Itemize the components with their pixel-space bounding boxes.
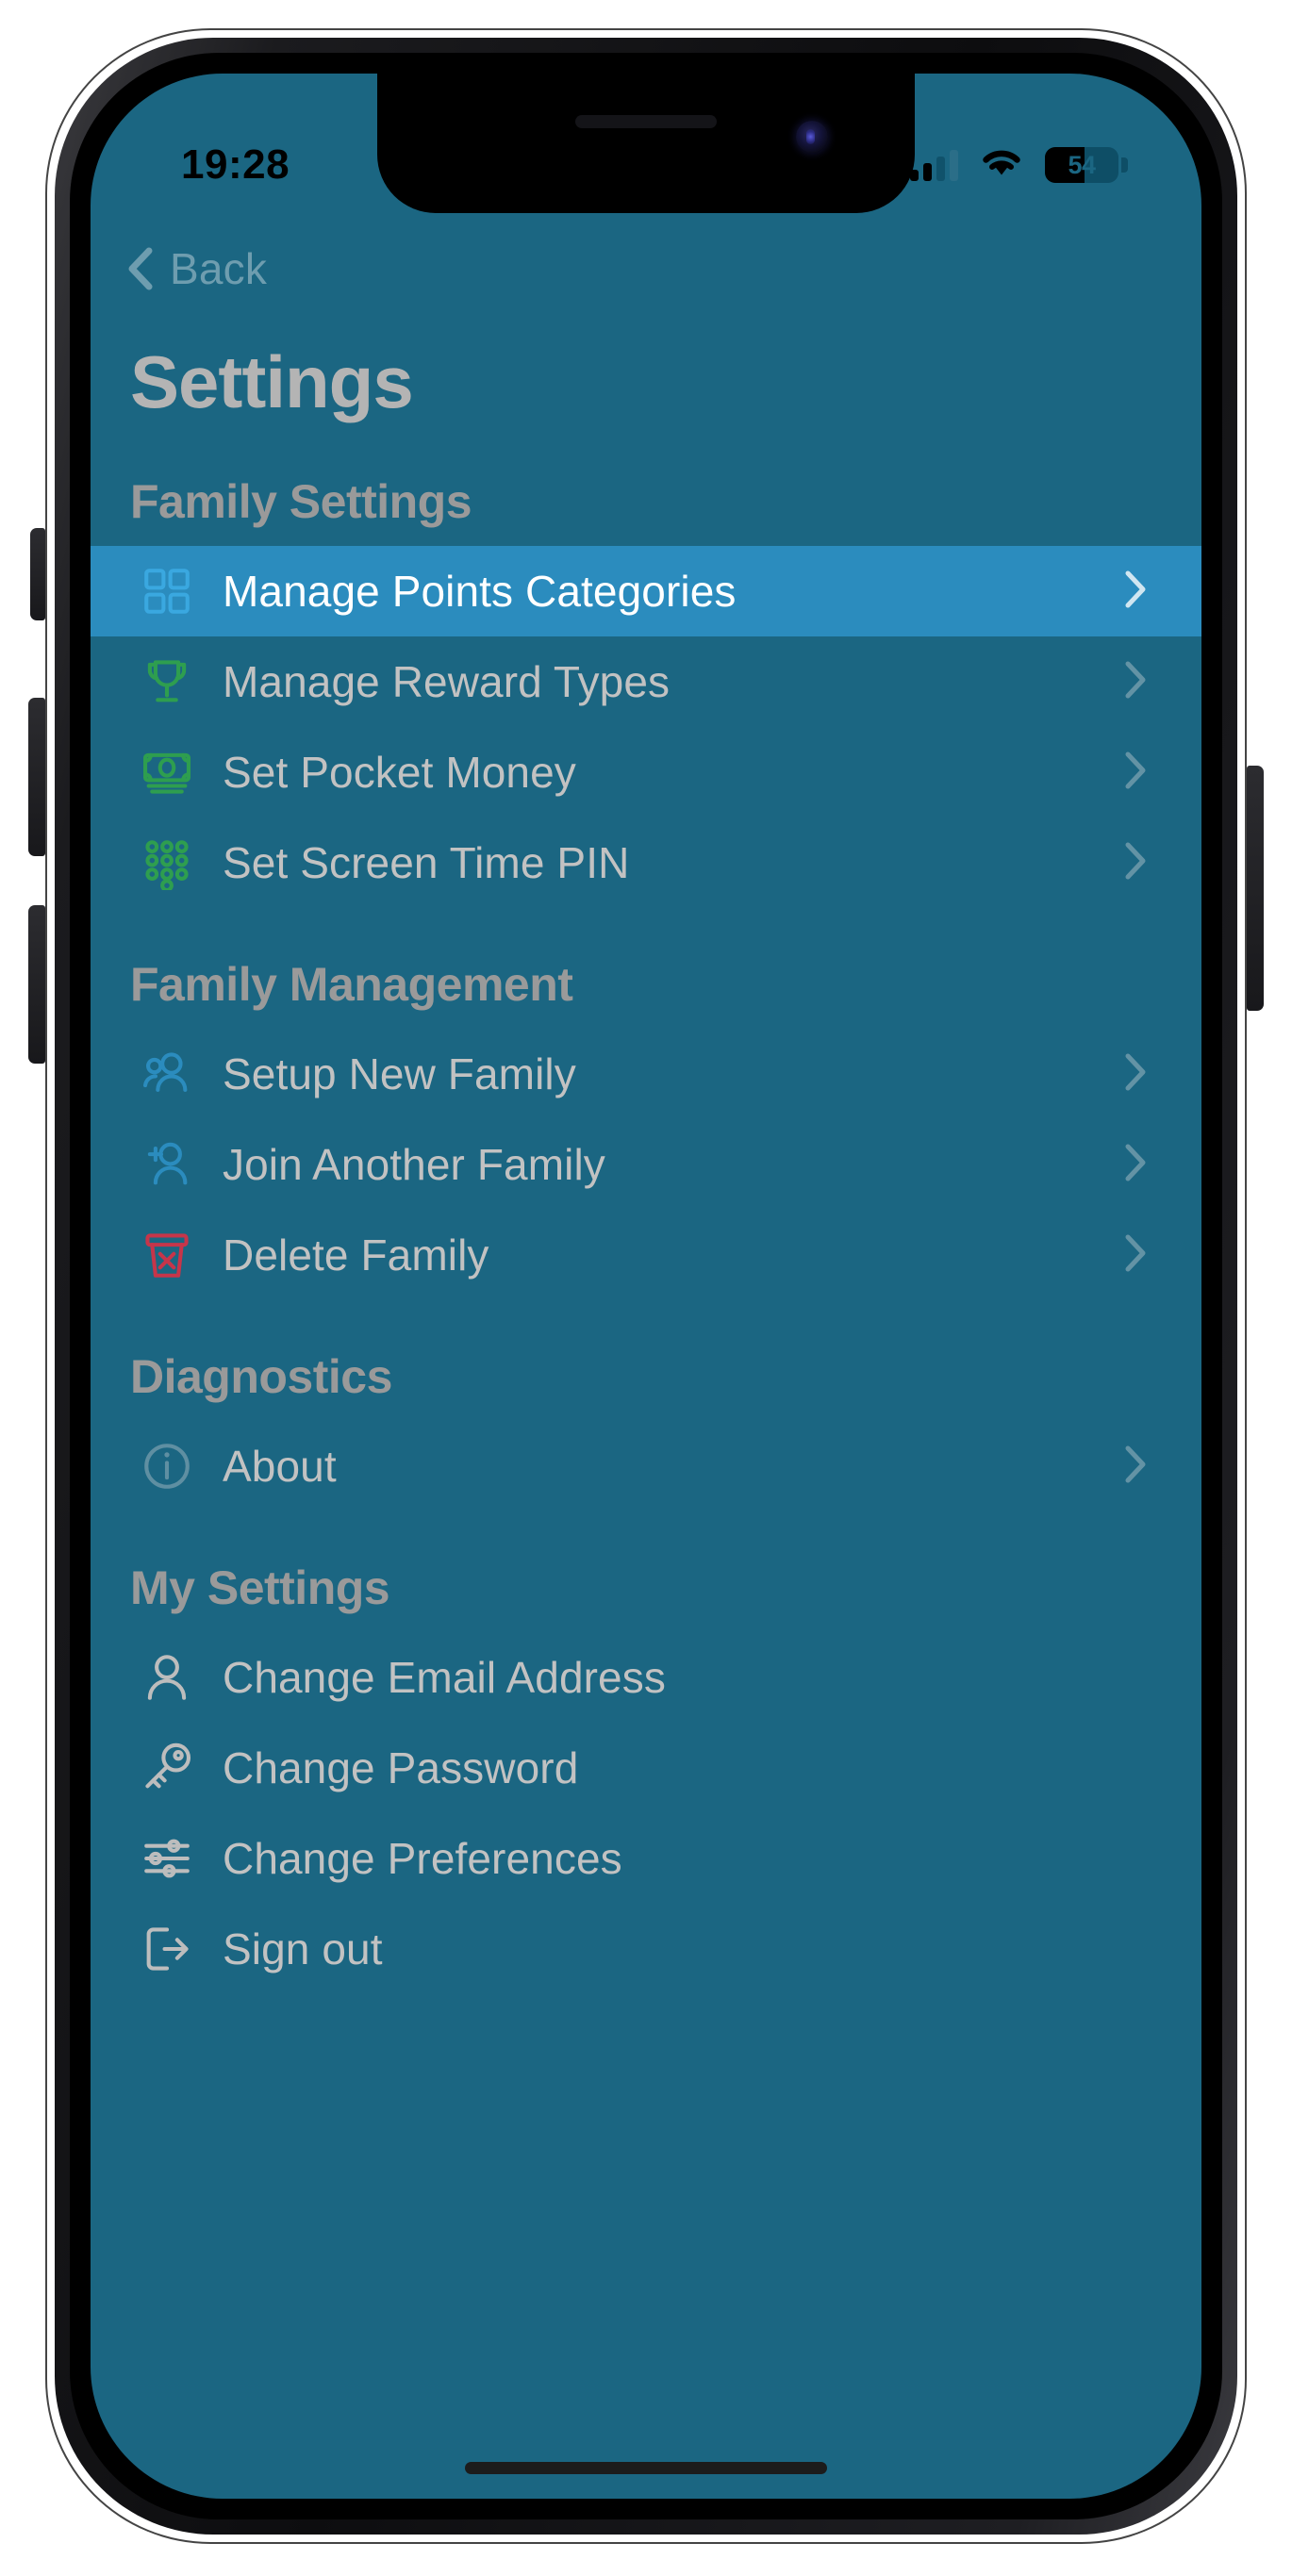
chevron-right-icon [1122,1444,1149,1490]
status-bar-indicators: 54 [910,146,1128,185]
settings-page: Back Settings Family Settings Manage Poin… [91,213,1201,2499]
battery-percent-label: 54 [1068,150,1096,179]
volume-down-button[interactable] [28,905,45,1064]
earpiece-speaker [575,115,717,128]
person-icon [138,1648,196,1707]
chevron-left-icon [123,246,157,291]
screenshot-stage: 19:28 54 Back Settings Family Settings M… [0,0,1292,2576]
settings-row-label: Sign out [223,1924,383,1973]
trash-x-icon [138,1226,196,1284]
battery-cap [1121,157,1128,173]
people-icon [138,1045,196,1103]
trophy-icon [138,652,196,711]
settings-row-join-another-family[interactable]: Join Another Family [91,1119,1201,1210]
banknote-icon [138,743,196,801]
settings-row-label: Manage Reward Types [223,657,671,706]
grid-squares-icon [138,562,196,620]
settings-row-about[interactable]: About [91,1421,1201,1511]
person-add-icon [138,1135,196,1194]
info-circle-icon [138,1437,196,1495]
settings-row-manage-points-categories[interactable]: Manage Points Categories [91,546,1201,636]
settings-row-manage-reward-types[interactable]: Manage Reward Types [91,636,1201,727]
section-header-family-settings: Family Settings [130,475,472,528]
chevron-right-icon [1122,750,1149,796]
settings-row-label: Set Pocket Money [223,748,576,797]
chevron-right-icon [1122,1142,1149,1188]
settings-sections: Family Settings Manage Points Categories M… [91,425,1201,1994]
settings-row-sign-out[interactable]: Sign out [91,1904,1201,1994]
device-notch [377,74,915,213]
chevron-right-icon [1122,659,1149,705]
settings-row-label: Manage Points Categories [223,567,737,616]
settings-row-label: Set Screen Time PIN [223,838,630,887]
settings-row-setup-new-family[interactable]: Setup New Family [91,1029,1201,1119]
settings-row-set-screen-time-pin[interactable]: Set Screen Time PIN [91,817,1201,908]
chevron-right-icon [1122,569,1149,615]
settings-row-set-pocket-money[interactable]: Set Pocket Money [91,727,1201,817]
power-button[interactable] [1247,766,1264,1011]
cellular-signal-icon [910,149,958,181]
settings-row-change-password[interactable]: Change Password [91,1723,1201,1813]
back-button[interactable]: Back [91,213,267,294]
phone-screen: 19:28 54 Back Settings Family Settings M… [91,74,1201,2499]
status-bar-clock: 19:28 [181,141,290,188]
chevron-right-icon [1122,1232,1149,1279]
battery-indicator: 54 [1045,147,1128,183]
sign-out-icon [138,1920,196,1978]
settings-row-change-preferences[interactable]: Change Preferences [91,1813,1201,1904]
silent-switch-button[interactable] [30,528,45,620]
settings-row-label: Change Password [223,1743,579,1792]
settings-row-label: Change Preferences [223,1834,622,1883]
page-title: Settings [130,340,414,423]
section-header-my-settings: My Settings [130,1561,390,1614]
key-icon [138,1739,196,1797]
chevron-right-icon [1122,1051,1149,1098]
sliders-icon [138,1829,196,1888]
section-header-family-management: Family Management [130,958,573,1011]
settings-row-label: About [223,1442,337,1491]
settings-row-change-email-address[interactable]: Change Email Address [91,1632,1201,1723]
keypad-icon [138,834,196,892]
settings-row-label: Delete Family [223,1230,489,1280]
home-indicator[interactable] [465,2462,827,2474]
settings-row-delete-family[interactable]: Delete Family [91,1210,1201,1300]
front-camera-icon [796,121,828,153]
wifi-icon [979,146,1024,185]
volume-up-button[interactable] [28,698,45,856]
section-header-diagnostics: Diagnostics [130,1350,392,1403]
back-button-label: Back [170,244,268,293]
chevron-right-icon [1122,840,1149,886]
settings-row-label: Join Another Family [223,1140,605,1189]
settings-row-label: Change Email Address [223,1653,666,1702]
settings-row-label: Setup New Family [223,1049,576,1098]
